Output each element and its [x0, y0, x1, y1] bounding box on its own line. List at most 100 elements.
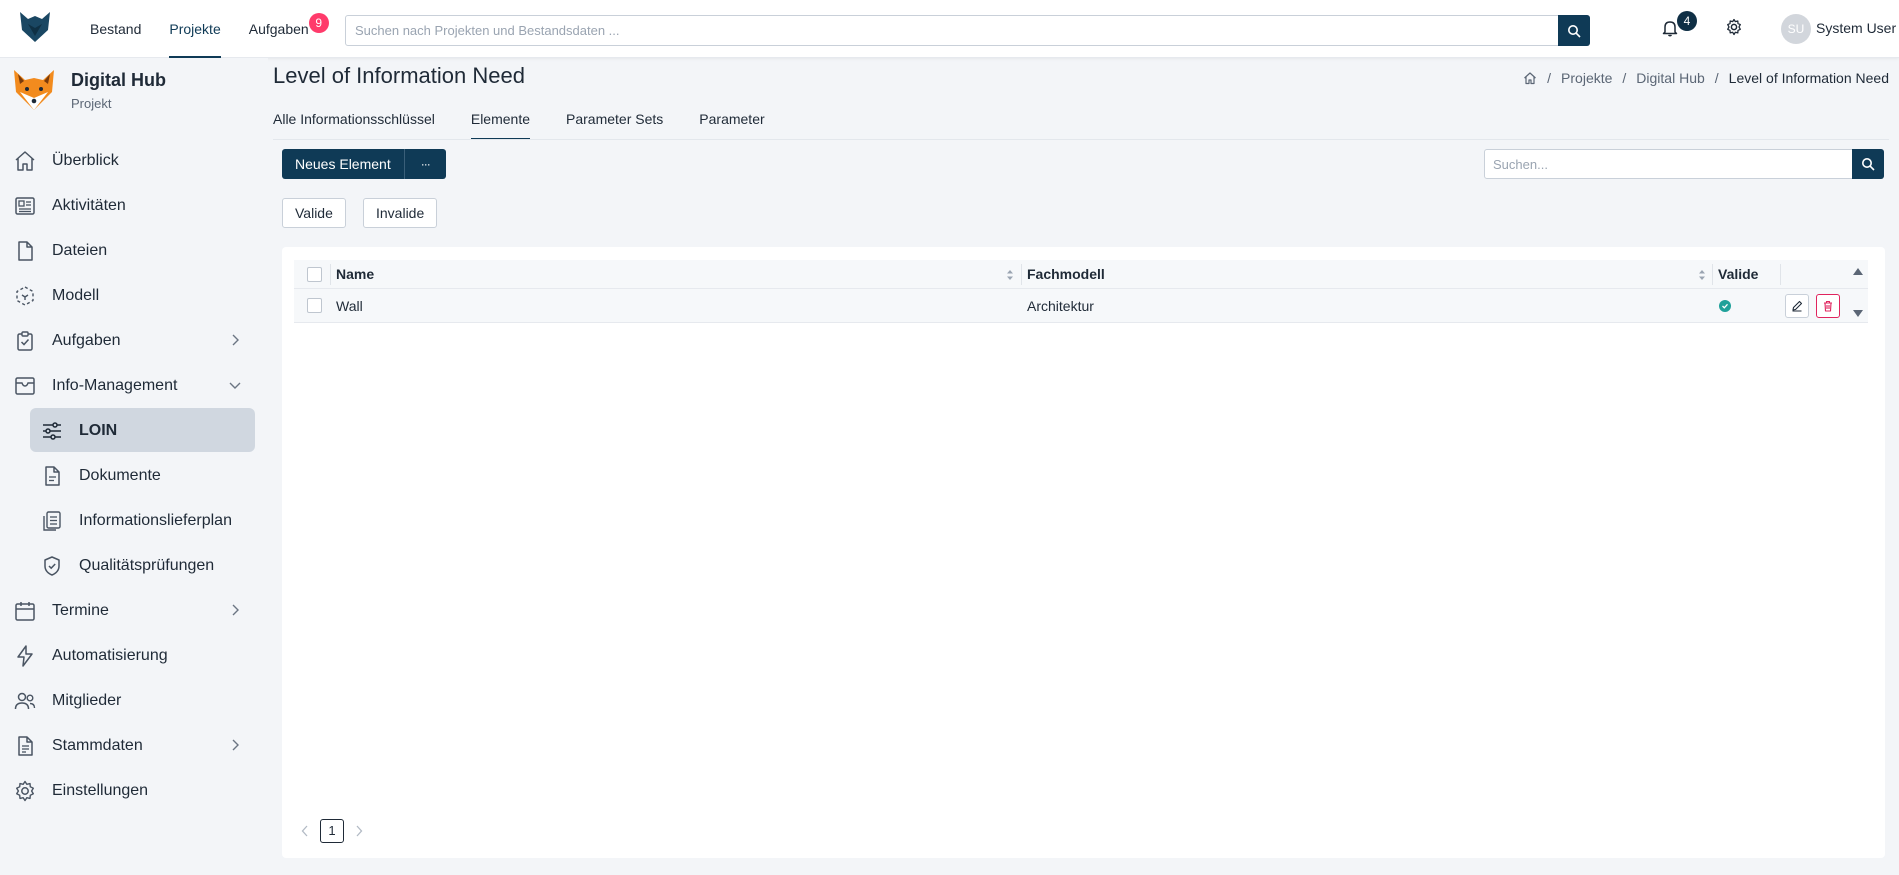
cell-name: Wall: [336, 297, 363, 314]
app-logo-icon[interactable]: [18, 10, 52, 44]
cube-icon: [16, 285, 34, 306]
topnav-aufgaben[interactable]: Aufgaben 9: [248, 0, 329, 58]
search-icon: [1862, 158, 1875, 171]
tab-parameter[interactable]: Parameter: [699, 106, 764, 140]
topnav-projekte[interactable]: Projekte: [169, 0, 222, 58]
sidebar-nav: Überblick Aktivitäten Dateien Modell Auf…: [0, 138, 268, 813]
fox-logo-icon: [14, 70, 54, 110]
column-divider: [1780, 264, 1781, 285]
sidebar-item-stammdaten[interactable]: Stammdaten: [0, 723, 268, 768]
elements-table-card: Name Fachmodell Valide Wall Architektur: [282, 247, 1885, 858]
sidebar-item-qualitaetspruefungen[interactable]: Qualitätsprüfungen: [0, 543, 268, 588]
pagination-prev[interactable]: [300, 825, 310, 837]
column-divider: [1712, 264, 1713, 285]
sidebar-item-mitglieder[interactable]: Mitglieder: [0, 678, 268, 723]
tabs-divider: [273, 139, 1889, 140]
new-element-button[interactable]: Neues Element: [282, 149, 404, 179]
settings-icon: [16, 780, 34, 801]
scroll-down-arrow[interactable]: [1853, 310, 1863, 317]
valid-check-icon: [1719, 299, 1731, 312]
file-icon: [18, 240, 33, 261]
filter-valid-button[interactable]: Valide: [282, 198, 346, 228]
sidebar-item-aufgaben[interactable]: Aufgaben: [0, 318, 268, 363]
sidebar-item-info-management[interactable]: Info-Management: [0, 363, 268, 408]
sidebar-item-label: Stammdaten: [52, 736, 143, 754]
search-icon: [1568, 24, 1581, 38]
chevron-down-icon: [229, 382, 241, 389]
breadcrumb-current: Level of Information Need: [1728, 70, 1889, 86]
sidebar-item-loin[interactable]: LOIN: [0, 408, 268, 453]
sort-icon[interactable]: [1006, 268, 1014, 282]
document-text-icon: [18, 735, 33, 756]
table-search: [1484, 149, 1884, 179]
more-actions-button[interactable]: ···: [403, 149, 446, 179]
delete-button[interactable]: [1816, 294, 1840, 318]
cell-fachmodell: Architektur: [1027, 297, 1094, 314]
chevron-left-icon: [301, 825, 308, 837]
sidebar-item-label: Überblick: [52, 151, 119, 169]
column-header-name[interactable]: Name: [336, 260, 374, 288]
tab-parameter-sets[interactable]: Parameter Sets: [566, 106, 663, 140]
sort-icon[interactable]: [1698, 268, 1706, 282]
topnav-bestand[interactable]: Bestand: [90, 0, 141, 58]
sidebar-item-termine[interactable]: Termine: [0, 588, 268, 633]
clipboard-check-icon: [17, 330, 33, 351]
top-bar: Bestand Projekte Aufgaben 9 4 SU System …: [0, 0, 1899, 58]
sidebar-item-ueberblick[interactable]: Überblick: [0, 138, 268, 183]
row-checkbox[interactable]: [307, 298, 322, 313]
tabs: Alle Informationsschlüssel Elemente Para…: [273, 106, 801, 140]
inbox-icon: [15, 376, 35, 395]
gear-icon[interactable]: [1725, 18, 1743, 36]
global-search-button[interactable]: [1558, 15, 1590, 46]
sidebar-item-automatisierung[interactable]: Automatisierung: [0, 633, 268, 678]
project-subtitle: Projekt: [71, 96, 112, 111]
breadcrumb-separator: /: [1547, 70, 1552, 86]
table-search-input[interactable]: [1485, 150, 1845, 178]
column-divider: [1021, 264, 1022, 285]
sidebar-item-dokumente[interactable]: Dokumente: [0, 453, 268, 498]
notification-count-badge: 4: [1677, 11, 1697, 31]
column-header-fachmodell[interactable]: Fachmodell: [1027, 260, 1105, 288]
sidebar-item-label: Informationslieferplan: [79, 511, 232, 529]
sidebar-item-label: Automatisierung: [52, 646, 168, 664]
pagination-next[interactable]: [354, 825, 364, 837]
topnav-bestand-label: Bestand: [90, 21, 142, 37]
sidebar-item-informationslieferplan[interactable]: Informationslieferplan: [0, 498, 268, 543]
filter-invalid-button[interactable]: Invalide: [363, 198, 438, 228]
sidebar-item-einstellungen[interactable]: Einstellungen: [0, 768, 268, 813]
table-row[interactable]: Wall Architektur: [294, 289, 1868, 323]
pagination-page-current[interactable]: 1: [320, 819, 344, 843]
sidebar-item-label: Mitglieder: [52, 691, 122, 709]
sidebar: Digital Hub Projekt Überblick Aktivitäte…: [0, 58, 268, 875]
sidebar-item-dateien[interactable]: Dateien: [0, 228, 268, 273]
home-icon: [15, 150, 35, 171]
trash-icon: [1824, 300, 1832, 312]
tab-elemente[interactable]: Elemente: [470, 106, 531, 140]
edit-button[interactable]: [1785, 294, 1809, 318]
user-name[interactable]: System User: [1816, 20, 1896, 36]
breadcrumb-project[interactable]: Digital Hub: [1636, 70, 1704, 86]
sidebar-item-label: Dateien: [52, 241, 108, 259]
table-search-button[interactable]: [1852, 149, 1884, 179]
avatar[interactable]: SU: [1781, 14, 1811, 44]
breadcrumb-projekte[interactable]: Projekte: [1561, 70, 1612, 86]
select-all-checkbox[interactable]: [307, 266, 322, 282]
newspaper-icon: [15, 196, 35, 215]
users-icon: [14, 692, 36, 709]
tab-alle-informationsschluessel[interactable]: Alle Informationsschlüssel: [273, 106, 435, 140]
sidebar-item-modell[interactable]: Modell: [0, 273, 268, 318]
global-search-input[interactable]: [346, 16, 1546, 45]
topnav-aufgaben-label: Aufgaben: [248, 21, 309, 37]
scroll-up-arrow[interactable]: [1853, 268, 1863, 275]
new-element-button-group: Neues Element ···: [282, 149, 446, 179]
document-icon: [45, 465, 60, 486]
clipboard-list-icon: [43, 510, 61, 531]
cell-valide: [1719, 289, 1731, 322]
global-search: [345, 15, 1590, 46]
sidebar-item-aktivitaeten[interactable]: Aktivitäten: [0, 183, 268, 228]
sidebar-item-label: Dokumente: [79, 466, 161, 484]
sidebar-item-label: Aktivitäten: [52, 196, 126, 214]
home-icon[interactable]: [1523, 71, 1537, 85]
top-nav: Bestand Projekte Aufgaben 9: [90, 0, 337, 58]
sidebar-item-label: Modell: [52, 286, 100, 304]
